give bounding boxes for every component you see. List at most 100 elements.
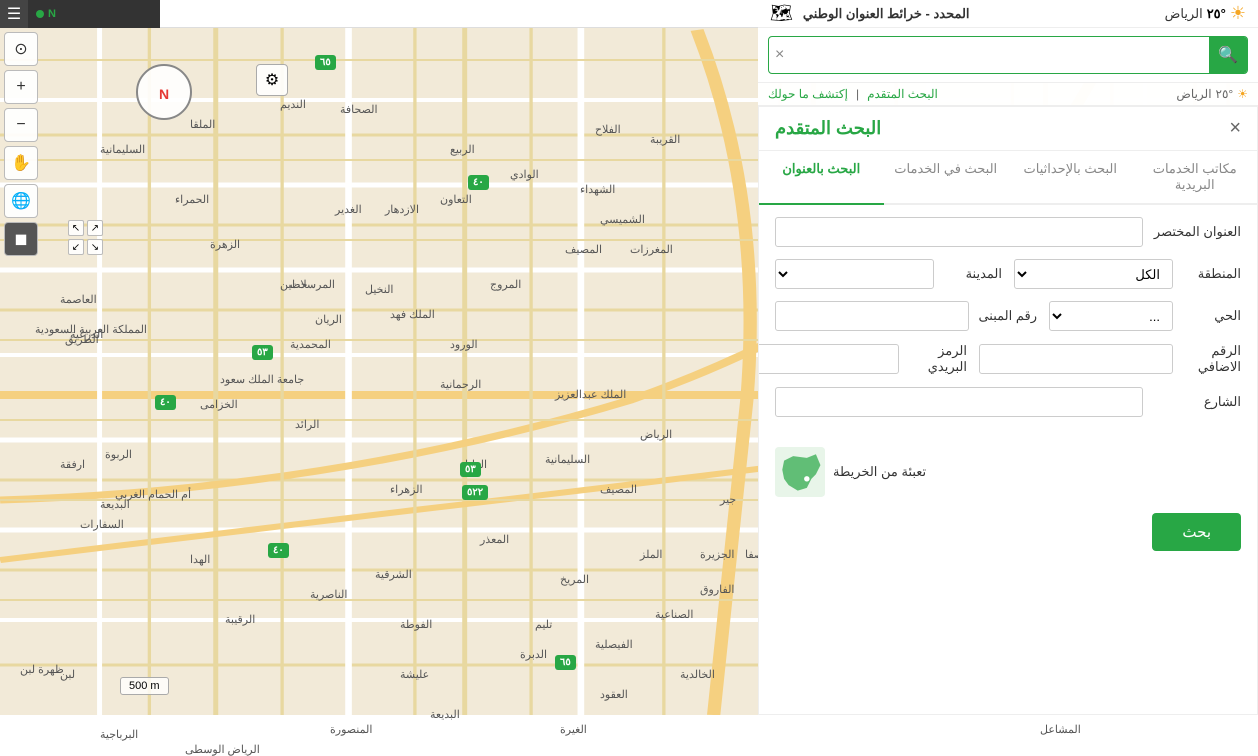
expand-bottomleft-button[interactable]: ↙ xyxy=(68,239,84,255)
expand-topleft-button[interactable]: ↖ xyxy=(68,220,84,236)
right-panel: ☀ °٢٥ الرياض المحدد - خرائط العنوان الوط… xyxy=(758,0,1258,715)
additional-number-input[interactable] xyxy=(979,344,1173,374)
globe-icon: 🌐 xyxy=(11,191,31,211)
advanced-search-link[interactable]: البحث المتقدم xyxy=(867,87,938,101)
weather-temp-small: ☀ °٢٥ الرياض xyxy=(1176,87,1248,101)
map-fill-label: تعبئة من الخريطة xyxy=(833,464,926,480)
building-label: رقم المبنى xyxy=(977,308,1037,324)
hamburger-button[interactable]: ☰ xyxy=(0,0,28,28)
street-input[interactable] xyxy=(775,387,1143,417)
pan-button[interactable]: ✋ xyxy=(4,146,38,180)
weather-city: الرياض xyxy=(1165,6,1203,22)
map-label-ml61: الرياض الوسطى xyxy=(185,743,260,756)
settings-button[interactable]: ⚙ xyxy=(256,64,288,96)
highway-marker-hm6: ٥٢٢ xyxy=(462,485,488,500)
zoom-in-icon: + xyxy=(16,78,25,96)
compass-button[interactable]: N xyxy=(136,64,192,120)
postal-code-label: الرمز البريدي xyxy=(907,343,967,375)
region-city-row: المنطقة الكل المدينة xyxy=(775,259,1241,289)
tab-by-stats[interactable]: البحث بالإحداثيات xyxy=(1008,151,1133,205)
sub-links: ☀ °٢٥ الرياض البحث المتقدم | إكتشف ما حو… xyxy=(758,83,1258,106)
short-address-label: العنوان المختصر xyxy=(1151,224,1241,240)
globe-button[interactable]: 🌐 xyxy=(4,184,38,218)
compass-n-label: N xyxy=(159,79,169,105)
location-icon: ⊙ xyxy=(14,39,27,59)
layer-icon: ◼ xyxy=(14,229,27,249)
district-label: الحي xyxy=(1181,308,1241,324)
advanced-search-form: العنوان المختصر المنطقة الكل المدينة xyxy=(759,205,1257,441)
pan-icon: ✋ xyxy=(11,153,31,173)
settings-icon: ⚙ xyxy=(265,70,279,90)
search-button-row: بحث xyxy=(759,503,1257,561)
close-icon: × xyxy=(1229,117,1241,139)
weather-temperature: °٢٥ xyxy=(1207,6,1226,22)
map-logo-icon: 🗺 xyxy=(770,3,793,24)
short-address-input[interactable] xyxy=(775,217,1143,247)
map-label-ml60: البرباجية xyxy=(100,728,138,741)
building-number-input[interactable] xyxy=(775,301,969,331)
layer-button[interactable]: ◼ xyxy=(4,222,38,256)
panel-topbar: ☀ °٢٥ الرياض المحدد - خرائط العنوان الوط… xyxy=(758,0,1258,28)
city-select[interactable] xyxy=(775,259,934,289)
tab-by-address[interactable]: البحث بالعنوان xyxy=(759,151,884,205)
discover-link[interactable]: إكتشف ما حولك xyxy=(768,87,848,101)
building-col: رقم المبنى xyxy=(775,301,1037,331)
map-label-ml62: المنصورة xyxy=(330,723,372,736)
scale-bar: 500 m xyxy=(120,677,169,695)
weather-icon: ☀ xyxy=(1230,3,1246,24)
expand-row-2: ↙ ↘ xyxy=(68,239,103,255)
highway-marker-hm9: ٤٠ xyxy=(268,543,289,558)
highway-marker-hm5: ٥٣ xyxy=(460,462,481,477)
map-label-ml57: المشاعل xyxy=(1040,723,1081,736)
expand-row-1: ↖ ↗ xyxy=(68,220,103,236)
postal-col: الرمز البريدي xyxy=(758,343,967,375)
region-label: المنطقة xyxy=(1181,266,1241,282)
expand-bottomright-button[interactable]: ↘ xyxy=(87,239,103,255)
panel-title: المحدد - خرائط العنوان الوطني xyxy=(803,6,970,22)
map-label-ml63: الغيرة xyxy=(560,723,587,736)
tab-by-service[interactable]: البحث في الخدمات xyxy=(884,151,1009,205)
highway-marker-hm7: ٦٥ xyxy=(555,655,576,670)
expand-topright-button[interactable]: ↗ xyxy=(87,220,103,236)
advanced-search-tabs: البحث بالعنوان البحث في الخدمات البحث با… xyxy=(759,151,1257,205)
zoom-in-button[interactable]: + xyxy=(4,70,38,104)
district-select[interactable]: ... xyxy=(1049,301,1173,331)
highway-marker-hm2: ٤٠ xyxy=(468,175,489,190)
short-address-row: العنوان المختصر xyxy=(775,217,1241,247)
street-row: الشارع xyxy=(775,387,1241,417)
additional-postal-row: الرقم الاضافي الرمز البريدي xyxy=(775,343,1241,375)
sun-icon: ☀ xyxy=(1237,87,1248,101)
map-fill-area: تعبئة من الخريطة xyxy=(759,441,1257,503)
search-bar: 🔍 × xyxy=(758,28,1258,83)
district-building-row: الحي ... رقم المبنى xyxy=(775,301,1241,331)
search-input-wrapper: 🔍 × xyxy=(768,36,1248,74)
clear-button[interactable]: × xyxy=(769,46,790,64)
highway-marker-hm4: ٤٠ xyxy=(155,395,176,410)
zoom-out-icon: − xyxy=(16,116,25,134)
nav-tools: ⊙ + − ✋ 🌐 ◼ xyxy=(4,32,38,256)
region-select[interactable]: الكل xyxy=(1014,259,1173,289)
clear-icon: × xyxy=(775,46,784,63)
highway-marker-hm3: ٥٣ xyxy=(252,345,273,360)
advanced-search-close-button[interactable]: × xyxy=(1229,117,1241,140)
search-submit-button[interactable]: بحث xyxy=(1152,513,1241,551)
search-button[interactable]: 🔍 xyxy=(1209,37,1247,73)
search-input[interactable] xyxy=(790,42,1209,69)
zoom-out-button[interactable]: − xyxy=(4,108,38,142)
highway-marker-hm1: ٦٥ xyxy=(315,55,336,70)
region-col: المنطقة الكل xyxy=(1014,259,1241,289)
advanced-search-title: البحث المتقدم xyxy=(775,118,881,139)
hamburger-area: ☰ N xyxy=(0,0,160,28)
saudi-map-icon[interactable] xyxy=(775,447,825,497)
weather-widget: ☀ °٢٥ الرياض xyxy=(1165,3,1246,24)
additional-col: الرقم الاضافي xyxy=(979,343,1241,375)
city-label: المدينة xyxy=(942,266,1002,282)
advanced-search-header: × البحث المتقدم xyxy=(759,107,1257,151)
advanced-search-panel: × البحث المتقدم البحث بالعنوان البحث في … xyxy=(758,106,1258,715)
postal-code-input[interactable] xyxy=(758,344,899,374)
location-button[interactable]: ⊙ xyxy=(4,32,38,66)
tab-by-offices[interactable]: مكاتب الخدمات البريدية xyxy=(1133,151,1258,205)
additional-number-label: الرقم الاضافي xyxy=(1181,343,1241,375)
district-col: الحي ... xyxy=(1049,301,1241,331)
search-icon: 🔍 xyxy=(1218,45,1238,65)
